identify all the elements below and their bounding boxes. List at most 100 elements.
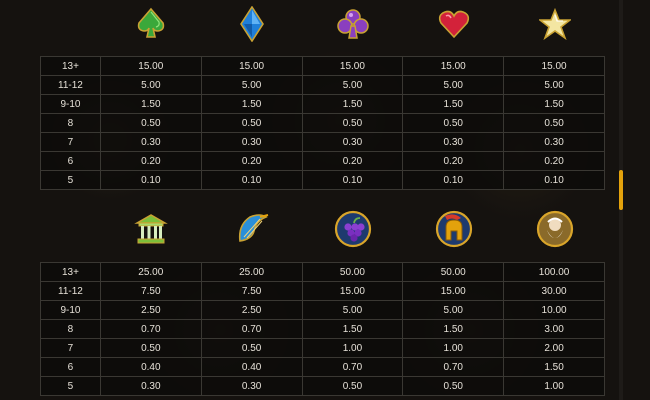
- payout-cell: 1.00: [503, 376, 605, 396]
- purple-club-gem-icon: [302, 3, 403, 45]
- payout-cell: 1.50: [503, 357, 605, 377]
- table-row: 7 0.30 0.30 0.30 0.30 0.30: [40, 132, 605, 152]
- payout-cell: 0.50: [200, 113, 303, 133]
- payout-cell: 0.50: [301, 113, 404, 133]
- payout-cell: 5.00: [200, 75, 303, 95]
- payout-cell: 1.50: [503, 94, 605, 114]
- payout-cell: 0.50: [301, 376, 404, 396]
- payout-cell: 15.00: [99, 56, 202, 76]
- symbol-count-cell: 7: [40, 338, 101, 358]
- payout-cell: 0.30: [99, 376, 202, 396]
- payout-cell: 5.00: [301, 75, 404, 95]
- payout-cell: 1.50: [402, 94, 505, 114]
- payout-cell: 50.00: [301, 262, 404, 282]
- table-row: 13+ 25.00 25.00 50.00 50.00 100.00: [40, 262, 605, 282]
- payout-cell: 0.10: [99, 170, 202, 190]
- blue-diamond-gem-icon: [201, 3, 302, 45]
- symbol-count-cell: 8: [40, 319, 101, 339]
- payout-cell: 0.30: [200, 376, 303, 396]
- payout-cell: 0.20: [503, 151, 605, 171]
- symbol-count-cell: 13+: [40, 262, 101, 282]
- payout-cell: 0.70: [402, 357, 505, 377]
- symbol-count-cell: 7: [40, 132, 101, 152]
- payout-cell: 3.00: [503, 319, 605, 339]
- payout-cell: 1.50: [402, 319, 505, 339]
- table-row: 8 0.70 0.70 1.50 1.50 3.00: [40, 319, 605, 339]
- red-heart-gem-icon: [403, 3, 504, 45]
- payout-cell: 15.00: [301, 281, 404, 301]
- table-row: 8 0.50 0.50 0.50 0.50 0.50: [40, 113, 605, 133]
- payout-cell: 7.50: [200, 281, 303, 301]
- symbol-count-cell: 9-10: [40, 300, 101, 320]
- table-row: 9-10 2.50 2.50 5.00 5.00 10.00: [40, 300, 605, 320]
- payout-cell: 15.00: [402, 56, 505, 76]
- table-row: 13+ 15.00 15.00 15.00 15.00 15.00: [40, 56, 605, 76]
- bottom-symbol-row: [40, 208, 605, 250]
- payout-cell: 0.30: [301, 132, 404, 152]
- payout-cell: 0.30: [99, 132, 202, 152]
- payout-cell: 0.70: [99, 319, 202, 339]
- zeus-icon: [504, 208, 605, 250]
- harp-icon: [201, 208, 302, 250]
- payout-cell: 0.30: [200, 132, 303, 152]
- payout-cell: 0.70: [200, 319, 303, 339]
- symbol-count-cell: 11-12: [40, 281, 101, 301]
- symbol-count-cell: 11-12: [40, 75, 101, 95]
- payout-cell: 25.00: [200, 262, 303, 282]
- bottom-paytable: 13+ 25.00 25.00 50.00 50.00 100.00 11-12…: [40, 262, 605, 396]
- payout-cell: 1.50: [99, 94, 202, 114]
- payout-cell: 1.50: [301, 319, 404, 339]
- table-row: 7 0.50 0.50 1.00 1.00 2.00: [40, 338, 605, 358]
- payout-cell: 2.50: [99, 300, 202, 320]
- payout-cell: 0.20: [99, 151, 202, 171]
- grapes-icon: [302, 208, 403, 250]
- payout-cell: 0.10: [402, 170, 505, 190]
- payout-cell: 1.00: [301, 338, 404, 358]
- payout-cell: 5.00: [301, 300, 404, 320]
- symbol-count-cell: 5: [40, 376, 101, 396]
- payout-cell: 1.50: [200, 94, 303, 114]
- payout-cell: 1.50: [301, 94, 404, 114]
- payout-cell: 0.20: [200, 151, 303, 171]
- table-row: 11-12 5.00 5.00 5.00 5.00 5.00: [40, 75, 605, 95]
- payout-cell: 0.50: [200, 338, 303, 358]
- spartan-helmet-icon: [403, 208, 504, 250]
- payout-cell: 15.00: [301, 56, 404, 76]
- payout-cell: 15.00: [402, 281, 505, 301]
- payout-cell: 15.00: [200, 56, 303, 76]
- payout-cell: 5.00: [402, 300, 505, 320]
- table-row: 11-12 7.50 7.50 15.00 15.00 30.00: [40, 281, 605, 301]
- symbol-count-cell: 5: [40, 170, 101, 190]
- scrollbar-thumb[interactable]: [619, 170, 623, 210]
- payout-cell: 30.00: [503, 281, 605, 301]
- payout-cell: 25.00: [99, 262, 202, 282]
- payout-cell: 10.00: [503, 300, 605, 320]
- table-row: 6 0.20 0.20 0.20 0.20 0.20: [40, 151, 605, 171]
- payout-cell: 50.00: [402, 262, 505, 282]
- top-symbol-row: [40, 3, 605, 45]
- table-row: 5 0.30 0.30 0.50 0.50 1.00: [40, 376, 605, 396]
- table-row: 5 0.10 0.10 0.10 0.10 0.10: [40, 170, 605, 190]
- payout-cell: 5.00: [99, 75, 202, 95]
- payout-cell: 1.00: [402, 338, 505, 358]
- payout-cell: 5.00: [402, 75, 505, 95]
- payout-cell: 0.10: [301, 170, 404, 190]
- payout-cell: 0.50: [99, 338, 202, 358]
- payout-cell: 0.10: [200, 170, 303, 190]
- payout-cell: 0.70: [301, 357, 404, 377]
- yellow-star-gem-icon: [504, 3, 605, 45]
- payout-cell: 2.50: [200, 300, 303, 320]
- payout-cell: 15.00: [503, 56, 605, 76]
- payout-cell: 7.50: [99, 281, 202, 301]
- payout-cell: 100.00: [503, 262, 605, 282]
- green-spade-gem-icon: [100, 3, 201, 45]
- temple-icon: [100, 208, 201, 250]
- top-paytable: 13+ 15.00 15.00 15.00 15.00 15.00 11-12 …: [40, 56, 605, 190]
- symbol-count-cell: 13+: [40, 56, 101, 76]
- payout-cell: 0.30: [402, 132, 505, 152]
- symbol-count-cell: 6: [40, 151, 101, 171]
- payout-cell: 5.00: [503, 75, 605, 95]
- symbol-count-cell: 9-10: [40, 94, 101, 114]
- payout-cell: 0.30: [503, 132, 605, 152]
- payout-cell: 0.40: [200, 357, 303, 377]
